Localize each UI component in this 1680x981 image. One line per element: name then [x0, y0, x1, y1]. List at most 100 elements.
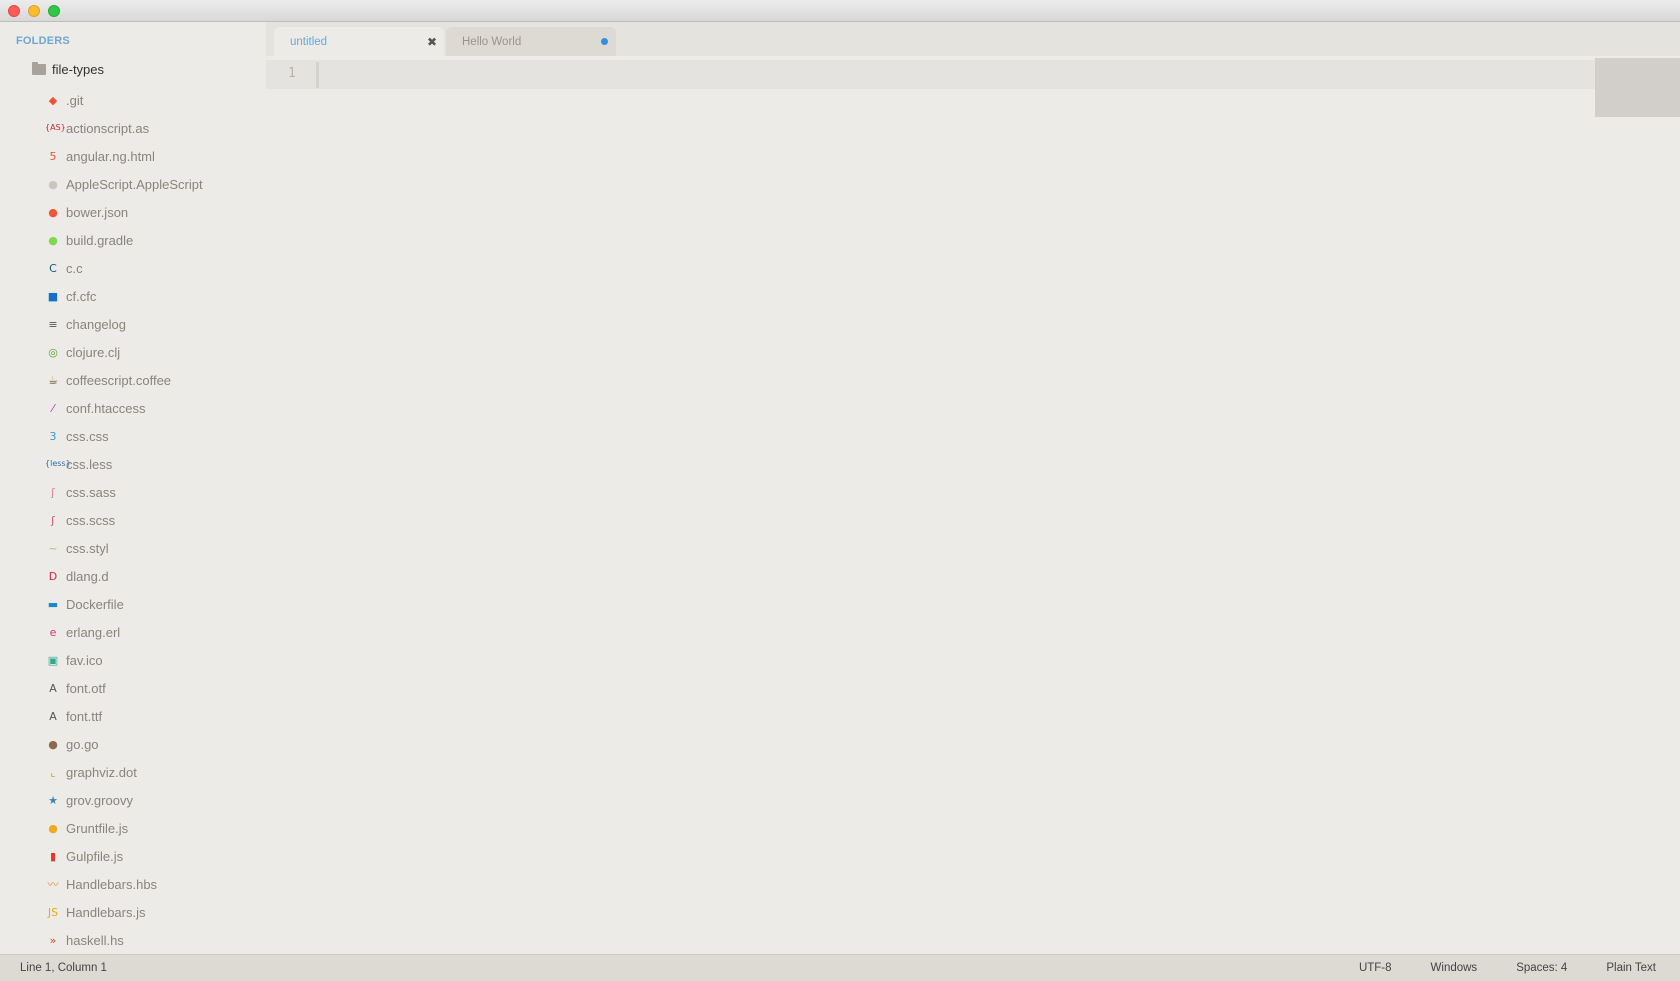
file-item[interactable]: Ddlang.d — [0, 562, 266, 590]
apple-icon: ● — [48, 177, 58, 191]
file-label: build.gradle — [66, 232, 134, 248]
file-label: css.sass — [66, 484, 116, 500]
file-item[interactable]: ● bower.json — [0, 198, 266, 226]
indentation-selector[interactable]: Spaces: 4 — [1516, 962, 1567, 974]
folder-icon — [32, 61, 46, 75]
file-item[interactable]: ▬ Dockerfile — [0, 590, 266, 618]
file-label: graphviz.dot — [66, 764, 137, 780]
tab-label: Hello World — [462, 35, 522, 48]
tab-label: untitled — [290, 35, 328, 48]
erlang-icon: e — [49, 625, 57, 639]
file-label: font.otf — [66, 680, 106, 696]
less-icon: {less} — [45, 459, 71, 468]
text-lines-icon: ≡ — [48, 317, 58, 331]
file-item[interactable]: ~ css.styl — [0, 534, 266, 562]
file-item[interactable]: ʃ css.scss — [0, 506, 266, 534]
current-line-highlight — [266, 60, 1596, 89]
window-minimize-button[interactable] — [28, 5, 40, 17]
file-label: haskell.hs — [66, 932, 124, 948]
file-item[interactable]: ʃ css.sass — [0, 478, 266, 506]
coldfusion-icon: ■ — [47, 289, 59, 303]
file-item[interactable]: ▮ Gulpfile.js — [0, 842, 266, 870]
dlang-icon: D — [48, 569, 58, 583]
docker-icon: ▬ — [47, 597, 59, 611]
file-item[interactable]: 3 css.css — [0, 422, 266, 450]
file-item[interactable]: e erlang.erl — [0, 618, 266, 646]
file-item[interactable]: ■ cf.cfc — [0, 282, 266, 310]
window-close-button[interactable] — [8, 5, 20, 17]
image-icon: ▣ — [47, 653, 59, 667]
file-label: cf.cfc — [66, 288, 97, 304]
file-item[interactable]: Afont.otf — [0, 674, 266, 702]
file-label: erlang.erl — [66, 624, 121, 640]
graph-icon: ⌞ — [50, 765, 56, 779]
text-caret — [316, 62, 319, 88]
close-icon[interactable]: ✖ — [420, 35, 444, 49]
file-label: css.scss — [66, 512, 116, 528]
file-item[interactable]: ◎ clojure.clj — [0, 338, 266, 366]
file-item[interactable]: {AS} actionscript.as — [0, 114, 266, 142]
unsaved-dot-icon[interactable] — [592, 38, 616, 45]
file-label: AppleScript.AppleScript — [66, 176, 203, 192]
window-zoom-button[interactable] — [48, 5, 60, 17]
root-folder-label: file-types — [52, 61, 105, 77]
mustache-icon: 〰 — [47, 877, 59, 891]
stylus-icon: ~ — [48, 541, 58, 555]
actionscript-icon: {AS} — [45, 123, 66, 132]
file-item[interactable]: 〰 Handlebars.hbs — [0, 870, 266, 898]
file-label: dlang.d — [66, 568, 109, 584]
file-label: css.styl — [66, 540, 109, 556]
font-icon: A — [49, 681, 57, 695]
file-item[interactable]: ▣ fav.ico — [0, 646, 266, 674]
file-item[interactable]: ● Gruntfile.js — [0, 814, 266, 842]
file-label: css.less — [66, 456, 113, 472]
file-item[interactable]: ⌞ graphviz.dot — [0, 758, 266, 786]
file-label: conf.htaccess — [66, 400, 146, 416]
file-item[interactable]: » haskell.hs — [0, 926, 266, 954]
file-item[interactable]: ★ grov.groovy — [0, 786, 266, 814]
status-bar: Line 1, Column 1 UTF-8 Windows Spaces: 4… — [0, 954, 1680, 981]
file-item[interactable]: 5 angular.ng.html — [0, 142, 266, 170]
file-label: angular.ng.html — [66, 148, 155, 164]
file-item[interactable]: {less} css.less — [0, 450, 266, 478]
syntax-selector[interactable]: Plain Text — [1606, 962, 1656, 974]
git-icon: ◆ — [48, 93, 58, 107]
file-list: ◆ .git {AS} actionscript.as 5 angular.ng.html… — [0, 86, 266, 954]
file-item[interactable]: ● AppleScript.AppleScript — [0, 170, 266, 198]
font-icon: A — [49, 709, 57, 723]
root-folder[interactable]: file-types — [32, 59, 104, 79]
title-bar — [0, 0, 1680, 22]
file-item[interactable]: Afont.ttf — [0, 702, 266, 730]
file-label: c.c — [66, 260, 83, 276]
scss-icon: ʃ — [51, 513, 55, 527]
sidebar: FOLDERS file-types ◆ .git {AS} actionscript… — [0, 22, 266, 954]
file-label: .git — [66, 92, 84, 108]
file-item[interactable]: JS Handlebars.js — [0, 898, 266, 926]
file-item[interactable]: ● go.go — [0, 730, 266, 758]
tab-hello-world[interactable]: Hello World — [446, 27, 616, 56]
file-label: css.css — [66, 428, 109, 444]
file-label: Handlebars.hbs — [66, 876, 158, 892]
clojure-icon: ◎ — [48, 345, 58, 359]
bower-icon: ● — [48, 205, 58, 219]
file-item[interactable]: ≡ changelog — [0, 310, 266, 338]
file-item[interactable]: Cc.c — [0, 254, 266, 282]
gopher-icon: ● — [48, 737, 58, 751]
line-endings-selector[interactable]: Windows — [1431, 962, 1478, 974]
feather-icon: ⁄ — [52, 401, 54, 415]
file-item[interactable]: ◆ .git — [0, 86, 266, 114]
editor-area[interactable]: 1 — [266, 56, 1680, 954]
minimap-viewport[interactable] — [1595, 58, 1680, 117]
html5-icon: 5 — [49, 149, 57, 163]
file-label: coffeescript.coffee — [66, 372, 172, 388]
file-item[interactable]: ● build.gradle — [0, 226, 266, 254]
css3-icon: 3 — [49, 429, 57, 443]
line-number: 1 — [288, 66, 296, 81]
sass-icon: ʃ — [51, 485, 55, 499]
file-label: font.ttf — [66, 708, 103, 724]
tab-untitled[interactable]: untitled ✖ — [274, 27, 444, 56]
encoding-selector[interactable]: UTF-8 — [1359, 962, 1392, 974]
haskell-icon: » — [49, 933, 57, 947]
file-item[interactable]: ⁄ conf.htaccess — [0, 394, 266, 422]
file-item[interactable]: ☕ coffeescript.coffee — [0, 366, 266, 394]
